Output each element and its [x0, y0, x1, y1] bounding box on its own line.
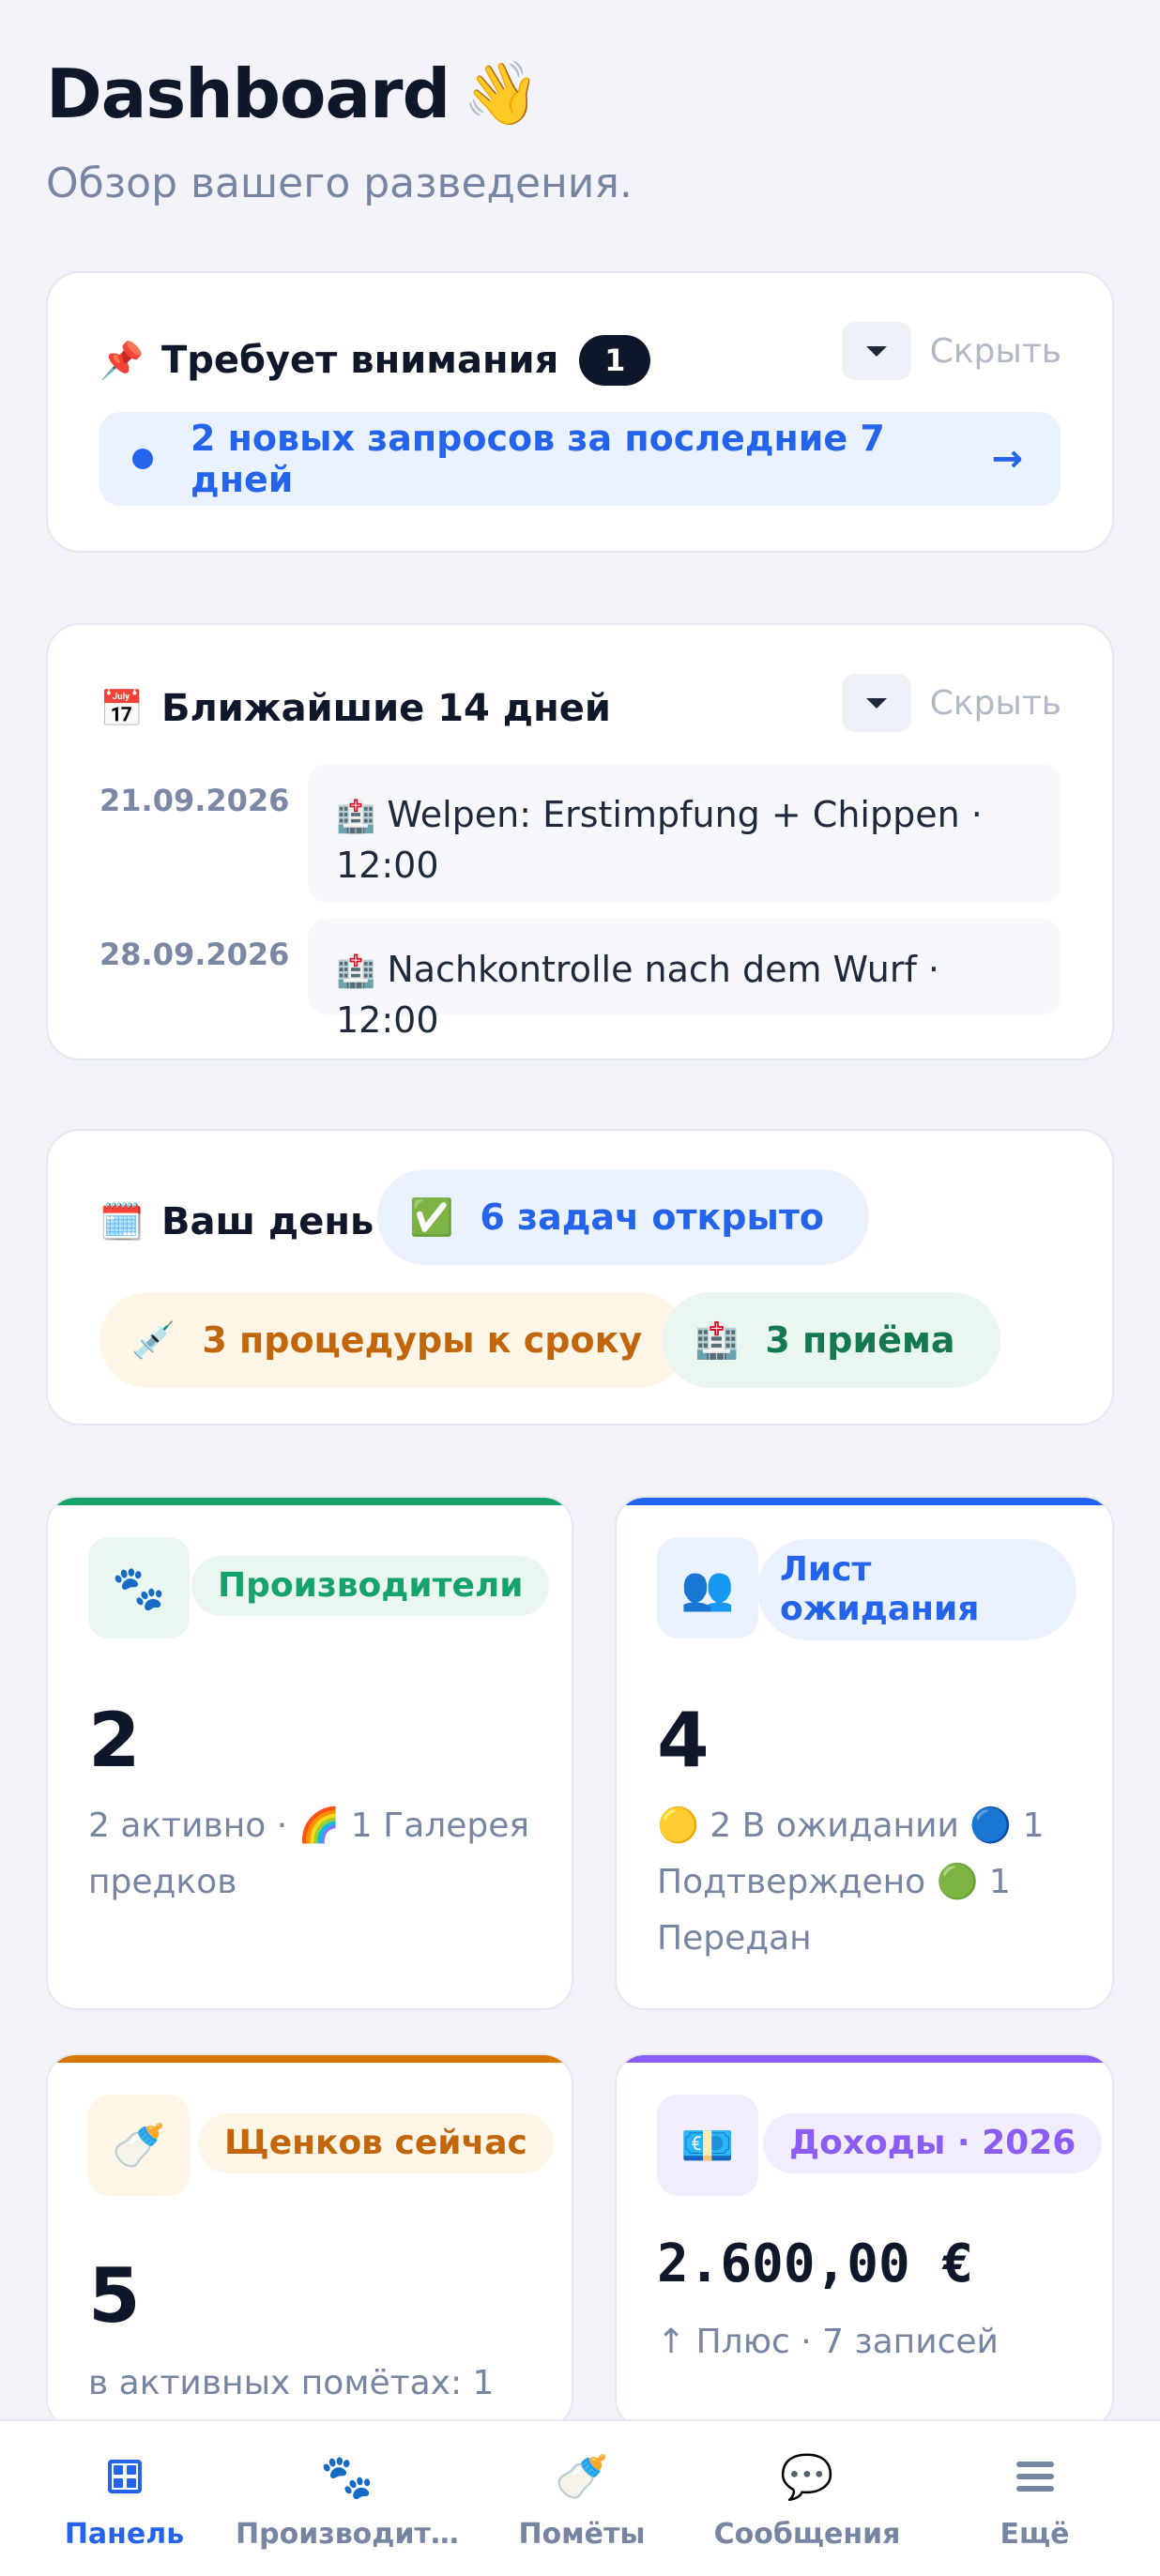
attention-count-badge: 1	[579, 335, 651, 386]
waitlist-stat-card[interactable]: 👥 Лист ожидания 4 🟡 2 В ожидании 🔵 1 Под…	[615, 1496, 1114, 2010]
waitlist-count: 4	[657, 1697, 710, 1784]
arrow-right-icon: →	[991, 437, 1023, 480]
sires-accent-bar	[48, 1498, 572, 1505]
nav-dashboard[interactable]: Панель	[38, 2421, 211, 2576]
attention-header: 📌 Требует внимания 1	[99, 335, 651, 386]
nav-more[interactable]: Ещё	[957, 2421, 1112, 2576]
paw-prints-icon: 🐾	[320, 2450, 374, 2502]
pushpin-icon: 📌	[99, 339, 145, 381]
nav-litters[interactable]: 🍼 Помёты	[488, 2421, 676, 2576]
new-requests-text: 2 новых запросов за последние 7 дней	[191, 418, 885, 500]
your-day-card: 🗓️ Ваш день ✅ 6 задач открыто 💉 3 процед…	[46, 1129, 1114, 1425]
menu-icon	[1015, 2448, 1054, 2505]
puppies-desc: в активных помётах: 1	[88, 2364, 495, 2402]
page-subtitle: Обзор вашего разведения.	[46, 160, 633, 207]
waitlist-accent-bar	[617, 1498, 1112, 1505]
paw-prints-icon: 🐾	[88, 1537, 190, 1639]
income-amount: 2.600,00 €	[657, 2233, 974, 2294]
puppies-accent-bar	[48, 2055, 572, 2063]
attention-title: Требует внимания	[161, 339, 559, 382]
event-text: Nachkontrolle nach dem Wurf · 12:00	[336, 949, 940, 1041]
sires-desc: 2 активно · 🌈 1 Галерея предков	[88, 1806, 530, 1901]
dashboard-page: Dashboard 👋 Обзор вашего разведения. 📌 Т…	[0, 0, 1160, 2576]
nav-messages-label: Сообщения	[713, 2518, 901, 2551]
nav-messages[interactable]: 💬 Сообщения	[704, 2421, 910, 2576]
nav-litters-label: Помёты	[518, 2518, 646, 2551]
your-day-header: 🗓️ Ваш день	[99, 1200, 374, 1243]
chevron-down-icon	[865, 697, 887, 709]
sires-stat-card[interactable]: 🐾 Производители 2 2 активно · 🌈 1 Галере…	[46, 1496, 573, 2010]
attention-collapse-button[interactable]	[841, 322, 911, 380]
attention-hide-button[interactable]: Скрыть	[930, 332, 1061, 371]
new-requests-alert[interactable]: 2 новых запросов за последние 7 дней →	[99, 412, 1061, 506]
event-date: 28.09.2026	[99, 937, 290, 972]
hospital-icon: 🏥	[336, 798, 376, 835]
chevron-down-icon	[865, 345, 887, 357]
upcoming-collapse-button[interactable]	[841, 674, 911, 732]
calendar-pad-icon: 🗓️	[99, 1200, 145, 1242]
sires-count: 2	[88, 1697, 141, 1784]
upcoming-hide-control: Скрыть	[841, 674, 1061, 732]
nav-sires-label: Производит…	[236, 2518, 459, 2551]
income-accent-bar	[617, 2055, 1112, 2063]
euro-banknote-icon: 💶	[657, 2095, 758, 2196]
waitlist-tag: Лист ожидания	[757, 1539, 1076, 1640]
speech-bubble-icon: 💬	[780, 2450, 834, 2502]
open-tasks-text: 6 задач открыто	[480, 1197, 824, 1238]
income-stat-card[interactable]: 💶 Доходы · 2026 2.600,00 € ↑ Плюс · 7 за…	[615, 2053, 1114, 2429]
attention-hide-control: Скрыть	[841, 322, 1061, 380]
income-tag: Доходы · 2026	[763, 2113, 1103, 2173]
nav-more-label: Ещё	[1000, 2518, 1070, 2551]
upcoming-hide-button[interactable]: Скрыть	[930, 684, 1061, 723]
event-item[interactable]: 🏥 Welpen: Erstimpfung + Chippen · 12:00	[308, 764, 1061, 903]
people-icon: 👥	[657, 1537, 758, 1639]
page-title-text: Dashboard	[46, 54, 450, 133]
upcoming-card: 📅 Ближайшие 14 дней Скрыть 21.09.2026 🏥 W…	[46, 623, 1114, 1060]
puppies-stat-card[interactable]: 🍼 Щенков сейчас 5 в активных помётах: 1	[46, 2053, 573, 2429]
grid-icon	[107, 2448, 142, 2505]
waving-hand-icon: 👋	[463, 57, 540, 130]
appointments-pill[interactable]: 🏥 3 приёма	[663, 1292, 1000, 1388]
hospital-icon: 🏥	[694, 1318, 740, 1361]
baby-bottle-icon: 🍼	[555, 2450, 609, 2502]
upcoming-header: 📅 Ближайшие 14 дней	[99, 687, 611, 730]
event-text: Welpen: Erstimpfung + Chippen · 12:00	[336, 794, 983, 886]
attention-card: 📌 Требует внимания 1 Скрыть 2 новых запр…	[46, 271, 1114, 553]
puppies-tag: Щенков сейчас	[198, 2113, 554, 2173]
event-date: 21.09.2026	[99, 783, 290, 818]
procedures-due-text: 3 процедуры к сроку	[202, 1319, 643, 1361]
procedures-due-pill[interactable]: 💉 3 процедуры к сроку	[99, 1292, 688, 1388]
waitlist-desc: 🟡 2 В ожидании 🔵 1 Подтверждено 🟢 1 Пере…	[657, 1806, 1045, 1958]
puppies-count: 5	[88, 2252, 141, 2340]
baby-bottle-icon: 🍼	[88, 2095, 190, 2196]
sires-tag: Производители	[191, 1556, 550, 1616]
upcoming-title: Ближайшие 14 дней	[161, 687, 611, 730]
check-mark-icon: ✅	[409, 1196, 454, 1238]
open-tasks-pill[interactable]: ✅ 6 задач открыто	[377, 1169, 869, 1265]
nav-dashboard-label: Панель	[64, 2518, 185, 2551]
event-item[interactable]: 🏥 Nachkontrolle nach dem Wurf · 12:00	[308, 919, 1061, 1041]
nav-sires[interactable]: 🐾 Производит…	[235, 2421, 460, 2576]
hospital-icon: 🏥	[336, 953, 376, 990]
calendar-icon: 📅	[99, 687, 145, 729]
syringe-icon: 💉	[131, 1318, 176, 1361]
your-day-title: Ваш день	[161, 1200, 374, 1243]
page-title: Dashboard 👋	[46, 54, 540, 133]
appointments-text: 3 приёма	[765, 1319, 955, 1361]
income-desc: ↑ Плюс · 7 записей	[657, 2323, 999, 2361]
bottom-navigation: Панель 🐾 Производит… 🍼 Помёты 💬 Сообщени…	[0, 2419, 1160, 2576]
dot-icon	[132, 449, 153, 469]
